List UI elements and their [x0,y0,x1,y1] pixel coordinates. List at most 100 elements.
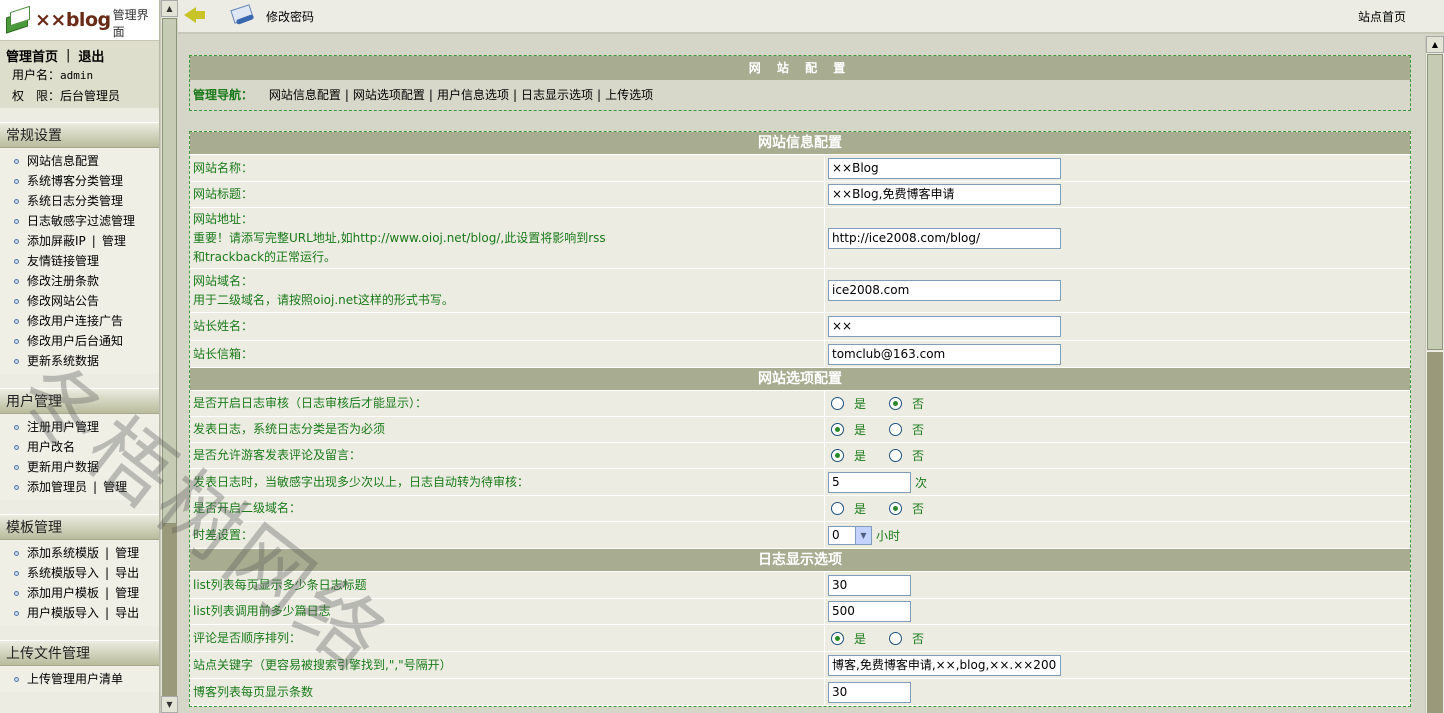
main-scrollbar[interactable]: ▲ [1425,36,1444,713]
nav-link-site-options[interactable]: 网站选项配置 [353,88,425,102]
menu-item-user-template[interactable]: 添加用户模板 | 管理 [0,583,159,603]
menu-head-general[interactable]: 常规设置 [0,122,159,148]
menu-item-site-info[interactable]: 网站信息配置 [0,151,159,171]
menu-item-rename-user[interactable]: 用户改名 [0,437,159,457]
guest-comment-no-radio[interactable]: 否 [886,447,924,464]
menu-item-friend-links[interactable]: 友情链接管理 [0,251,159,271]
guest-comment-yes-radio[interactable]: 是 [828,447,866,464]
menu-item-user-notice[interactable]: 修改用户后台通知 [0,331,159,351]
radio-circle[interactable] [889,397,903,410]
site-title-input[interactable]: ××Blog,免费博客申请 [828,184,1061,205]
nav-link-site-info[interactable]: 网站信息配置 [269,88,341,102]
radio-circle[interactable] [831,423,844,436]
subdomain-no-radio[interactable]: 否 [886,500,924,517]
back-arrow-icon[interactable] [184,5,206,25]
sensitive-count-input[interactable]: 5 [828,471,911,493]
radio-circle[interactable] [889,631,903,645]
site-home-link[interactable]: 站点首页 [1358,8,1406,25]
row-log-audit: 是否开启日志审核（日志审核后才能显示）： 是 否 [190,391,1410,417]
key-password-icon[interactable] [228,3,258,27]
add-admin-link[interactable]: 添加管理员 [27,480,87,494]
radio-circle[interactable] [889,423,903,436]
menu-item-system-template[interactable]: 添加系统模版 | 管理 [0,543,159,563]
add-user-template-link[interactable]: 添加用户模板 [27,586,99,600]
import-user-template-link[interactable]: 用户模版导入 [27,606,99,620]
scroll-thumb[interactable] [1427,54,1443,350]
scroll-thumb[interactable] [162,18,177,524]
menu-item-blog-category[interactable]: 系统博客分类管理 [0,171,159,191]
category-required-yes-radio[interactable]: 是 [828,421,866,438]
scroll-track[interactable] [1427,352,1443,713]
bullet-icon [14,591,19,596]
site-title-label: 网站标题： [193,187,254,201]
menu-item-register-terms[interactable]: 修改注册条款 [0,271,159,291]
radio-circle[interactable] [831,502,844,515]
change-password-link[interactable]: 修改密码 [266,8,314,25]
category-required-no-radio[interactable]: 否 [886,421,924,438]
manage-user-template-link[interactable]: 管理 [115,586,139,600]
radio-circle[interactable] [831,631,844,645]
admin-home-link[interactable]: 管理首页 [6,46,58,65]
site-name-input[interactable]: ××Blog [828,157,1061,179]
menu-item-upload-users[interactable]: 上传管理用户清单 [0,669,159,689]
log-audit-yes-radio[interactable]: 是 [828,395,866,412]
menu-item-user-template-import[interactable]: 用户模版导入 | 导出 [0,603,159,623]
menu-head-users[interactable]: 用户管理 [0,388,159,414]
menu-item-registered-users[interactable]: 注册用户管理 [0,417,159,437]
comment-order-yes-radio[interactable]: 是 [828,630,866,647]
menu-head-templates[interactable]: 模板管理 [0,514,159,540]
row-guest-comment: 是否允许游客发表评论及留言： 是 否 [190,443,1410,469]
scroll-up-arrow-icon[interactable]: ▲ [1426,36,1444,53]
bullet-icon [14,199,19,204]
logout-link[interactable]: 退出 [78,46,104,65]
chevron-down-icon[interactable]: ▼ [855,526,871,544]
import-system-template-link[interactable]: 系统模版导入 [27,566,99,580]
add-block-ip-link[interactable]: 添加屏蔽IP [27,234,86,248]
menu-item-update-data[interactable]: 更新系统数据 [0,351,159,371]
menu-item-user-ads[interactable]: 修改用户连接广告 [0,311,159,331]
blog-per-page-input[interactable]: 30 [828,681,911,703]
nav-link-user-options[interactable]: 用户信息选项 [437,88,509,102]
owner-input[interactable]: ×× [828,316,1061,337]
manage-admin-link[interactable]: 管理 [103,480,127,494]
menu-item-system-template-import[interactable]: 系统模版导入 | 导出 [0,563,159,583]
list-recent-input[interactable]: 500 [828,601,911,622]
radio-circle[interactable] [889,449,903,462]
config-form: 网站信息配置 网站名称： ××Blog 网站标题： ××Blog,免费博客申请 … [189,131,1411,707]
list-titles-input[interactable]: 30 [828,574,911,596]
subdomain-yes-radio[interactable]: 是 [828,500,866,517]
left-scrollbar[interactable]: ▲ ▼ [160,0,178,713]
manage-system-template-link[interactable]: 管理 [115,546,139,560]
radio-circle[interactable] [831,397,844,410]
bullet-icon [14,259,19,264]
keywords-input[interactable]: 博客,免费博客申请,××,blog,××.××200 [828,654,1061,676]
nav-link-upload[interactable]: 上传选项 [605,88,653,102]
scroll-up-arrow-icon[interactable]: ▲ [161,0,178,17]
scroll-down-arrow-icon[interactable]: ▼ [161,696,178,713]
export-system-template-link[interactable]: 导出 [115,566,139,580]
menu-item-site-notice[interactable]: 修改网站公告 [0,291,159,311]
add-system-template-link[interactable]: 添加系统模版 [27,546,99,560]
export-user-template-link[interactable]: 导出 [115,606,139,620]
menu-item-log-category[interactable]: 系统日志分类管理 [0,191,159,211]
site-url-input[interactable]: http://ice2008.com/blog/ [828,227,1061,249]
scroll-track[interactable] [162,524,177,696]
nav-link-log-display[interactable]: 日志显示选项 [521,88,593,102]
menu-item-admins[interactable]: 添加管理员 | 管理 [0,477,159,497]
radio-circle[interactable] [889,502,903,515]
timezone-select[interactable]: 0 ▼ [828,525,872,545]
site-url-note-2: 和trackback的正常运行。 [193,249,337,264]
menu-head-uploads[interactable]: 上传文件管理 [0,640,159,666]
bullet-icon [14,179,19,184]
comment-order-no-radio[interactable]: 否 [886,630,924,647]
menu-item-block-ip[interactable]: 添加屏蔽IP | 管理 [0,231,159,251]
menu-item-update-user-data[interactable]: 更新用户数据 [0,457,159,477]
email-input[interactable]: tomclub@163.com [828,343,1061,365]
domain-input[interactable]: ice2008.com [828,280,1061,301]
bullet-icon [14,445,19,450]
menu-item-sensitive-filter[interactable]: 日志敏感字过滤管理 [0,211,159,231]
log-audit-no-radio[interactable]: 否 [886,395,924,412]
menu-section-uploads: 上传文件管理 上传管理用户清单 [0,640,159,692]
radio-circle[interactable] [831,449,844,462]
manage-block-ip-link[interactable]: 管理 [102,234,126,248]
